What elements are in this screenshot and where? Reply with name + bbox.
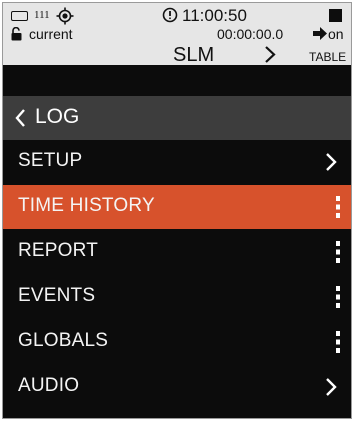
menu-item-globals[interactable]: GLOBALS [3, 320, 351, 364]
menu-item-label: REPORT [18, 240, 99, 261]
table-link[interactable]: TABLE [309, 50, 346, 64]
arrow-right-icon [313, 27, 327, 40]
chevron-right-icon[interactable] [263, 45, 277, 64]
stop-icon [329, 9, 342, 22]
kebab-icon[interactable] [335, 240, 341, 264]
device-screen: 111 11:00:50 current 00:00:00.0 on SLM T… [2, 2, 352, 419]
alarm-icon [162, 7, 178, 23]
chevron-left-icon[interactable] [14, 108, 26, 128]
battery-icon [11, 11, 28, 21]
mode-label: current [29, 26, 73, 42]
elapsed-time: 00:00:00.0 [217, 26, 284, 42]
run-state: on [328, 26, 344, 42]
menu-item-label: TIME HISTORY [18, 195, 155, 216]
log-header[interactable]: LOG [3, 96, 351, 140]
instrument-title: SLM [173, 44, 215, 66]
menu-item-events[interactable]: EVENTS [3, 275, 351, 319]
menu-item-label: AUDIO [18, 375, 80, 396]
unlocked-icon [11, 27, 22, 41]
menu-item-audio[interactable]: AUDIO [3, 365, 351, 409]
page-title: LOG [35, 105, 80, 128]
gps-icon [56, 7, 74, 25]
menu-item-report[interactable]: REPORT [3, 230, 351, 274]
menu-item-setup[interactable]: SETUP [3, 140, 351, 184]
menu-item-label: EVENTS [18, 285, 96, 306]
status-bar: 111 11:00:50 current 00:00:00.0 on SLM T… [3, 3, 351, 66]
menu-item-label: GLOBALS [18, 330, 109, 351]
menu-item-time-history[interactable]: TIME HISTORY [3, 185, 351, 229]
chevron-right-icon [326, 153, 337, 171]
status-count: 111 [34, 9, 50, 21]
kebab-icon[interactable] [335, 330, 341, 354]
menu-item-label: SETUP [18, 150, 83, 171]
chevron-right-icon [326, 378, 337, 396]
kebab-icon[interactable] [335, 195, 341, 219]
clock-time: 11:00:50 [182, 6, 247, 25]
kebab-icon[interactable] [335, 285, 341, 309]
